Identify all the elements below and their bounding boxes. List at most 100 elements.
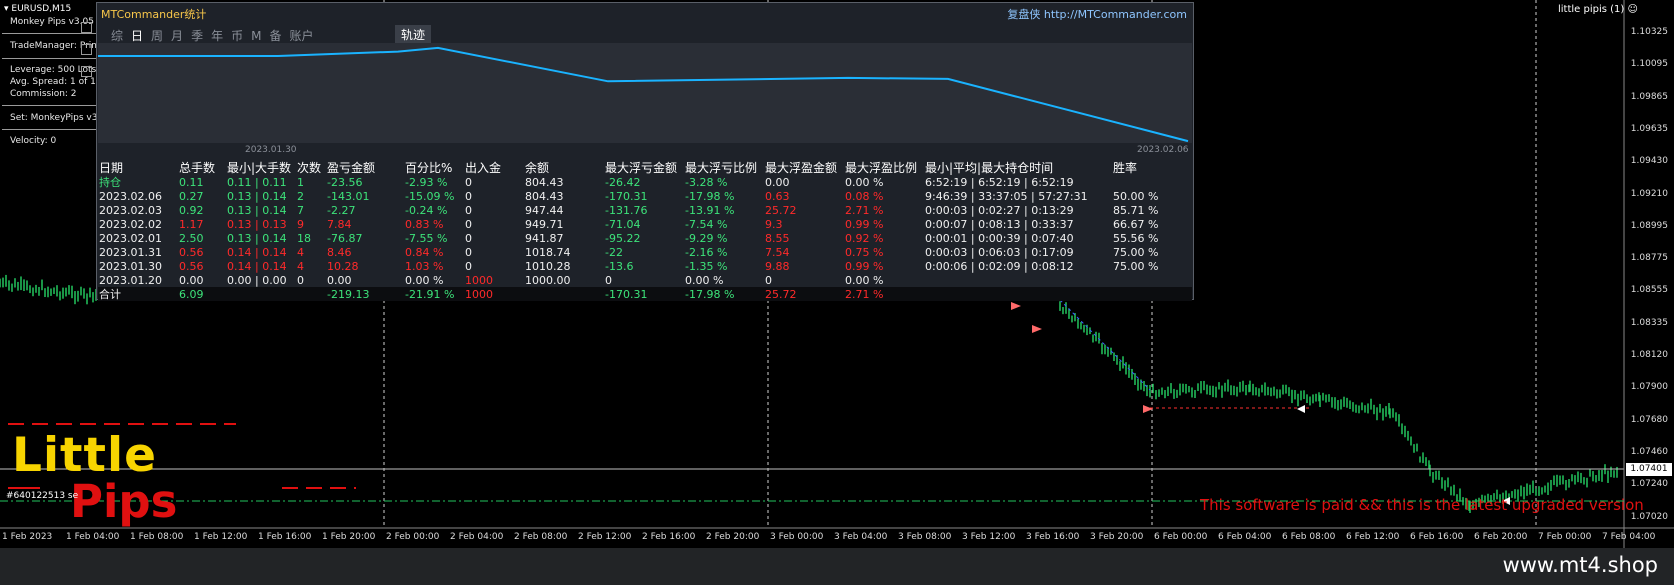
table-cell: 7.54 (765, 245, 790, 259)
price-tick: 1.08120 (1630, 350, 1668, 360)
price-tick: 1.08995 (1630, 220, 1668, 231)
tab-8[interactable]: 备 (269, 29, 281, 43)
table-cell: 0.56 (179, 245, 204, 259)
table-row: 2023.02.02 1.17 0.13 | 0.13 9 7.84 0.83 % 0 949… (99, 217, 1173, 231)
column-header[interactable]: 余额 (525, 161, 605, 175)
table-cell: 66.67 % (1113, 217, 1159, 231)
current-price-tag: 1.07401 (1626, 463, 1672, 476)
tab-6[interactable]: 币 (231, 29, 243, 43)
column-header[interactable]: 最大浮盈比例 (845, 161, 925, 175)
table-cell: 1018.74 (525, 245, 571, 259)
table-cell: 1.03 % (405, 259, 444, 273)
tab-5[interactable]: 年 (211, 29, 223, 43)
time-tick: 6 Feb 00:00 (1154, 532, 1208, 542)
time-tick: 2 Feb 04:00 (450, 532, 504, 542)
total-cell (525, 287, 605, 301)
total-cell (1113, 287, 1173, 301)
table-cell: 0.14 | 0.14 (227, 245, 287, 259)
column-header[interactable]: 最大浮亏比例 (685, 161, 765, 175)
table-cell: 0.00 % (845, 175, 884, 189)
table-cell: 0.13 | 0.13 (227, 217, 287, 231)
panel-button[interactable] (81, 22, 92, 33)
table-cell: 6:52:19 | 6:52:19 | 6:52:19 (925, 175, 1074, 189)
time-tick: 3 Feb 00:00 (770, 532, 824, 542)
time-tick: 1 Feb 04:00 (66, 532, 120, 542)
table-cell: 7 (297, 203, 304, 217)
column-header[interactable]: 百分比% (405, 161, 465, 175)
column-header[interactable]: 最大浮盈金额 (765, 161, 845, 175)
table-cell: 8.46 (327, 245, 352, 259)
tab-1[interactable]: 日 (131, 29, 143, 43)
commission-info: Commission: 2 (10, 89, 77, 99)
time-tick: 2 Feb 16:00 (642, 532, 696, 542)
table-cell: 0 (465, 217, 472, 231)
column-header[interactable]: 出入金 (465, 161, 525, 175)
table-cell: 0.99 % (845, 259, 884, 273)
column-header[interactable]: 总手数 (179, 161, 227, 175)
indicator-title: little pipis (1) ☺ (1558, 4, 1638, 15)
column-header[interactable]: 最小|大手数 (227, 161, 297, 175)
table-cell: 804.43 (525, 175, 564, 189)
brand-url[interactable]: http://MTCommander.com (1044, 8, 1187, 21)
table-cell: 2023.02.03 (99, 203, 162, 217)
tab-2[interactable]: 周 (151, 29, 163, 43)
table-cell: -0.24 % (405, 203, 448, 217)
table-cell: -143.01 (327, 189, 370, 203)
tab-7[interactable]: M (251, 29, 261, 43)
equity-end-date: 2023.02.06 (1137, 145, 1189, 155)
table-row: 2023.02.06 0.27 0.13 | 0.14 2 -143.01 -15.09 … (99, 189, 1173, 203)
table-cell: 0:00:06 | 0:02:09 | 0:08:12 (925, 259, 1074, 273)
panel-button[interactable] (81, 66, 92, 77)
stats-table: 日期 总手数 最小|大手数 次数 盈亏金额 百分比% 出入金 余额 最大浮亏金额 最大浮亏比例 最大… (99, 161, 1173, 301)
brand-link[interactable]: 复盘侠 http://MTCommander.com (1007, 6, 1187, 22)
table-cell: 0 (465, 189, 472, 203)
table-cell: 持仓 (99, 175, 121, 189)
column-header[interactable]: 日期 (99, 161, 179, 175)
table-cell: -9.29 % (685, 231, 728, 245)
tab-9[interactable]: 账户 (289, 29, 313, 43)
price-tick: 1.09865 (1630, 91, 1668, 102)
time-tick: 6 Feb 04:00 (1218, 532, 1272, 542)
time-tick: 2 Feb 08:00 (514, 532, 568, 542)
table-cell: 0:00:01 | 0:00:39 | 0:07:40 (925, 231, 1074, 245)
time-tick: 6 Feb 08:00 (1282, 532, 1336, 542)
table-cell: 25.72 (765, 203, 797, 217)
panel-button[interactable] (81, 44, 92, 55)
table-cell: 947.44 (525, 203, 564, 217)
table-row: 持仓 0.11 0.11 | 0.11 1 -23.56 -2.93 % 0 804.43 -2… (99, 175, 1173, 189)
time-tick: 6 Feb 20:00 (1474, 532, 1528, 542)
table-cell: 0.00 (327, 273, 352, 287)
column-header[interactable]: 最小|平均|最大持仓时间 (925, 161, 1113, 175)
mtcommander-stats-panel[interactable]: MTCommander统计 复盘侠 http://MTCommander.com… (96, 2, 1194, 301)
table-cell: 2023.02.06 (99, 189, 162, 203)
table-row: 2023.01.30 0.56 0.14 | 0.14 4 10.28 1.03 % 0 10… (99, 259, 1173, 273)
column-header[interactable]: 最大浮亏金额 (605, 161, 685, 175)
equity-curve (98, 46, 1189, 143)
track-button[interactable]: 轨迹 (395, 25, 432, 44)
tab-4[interactable]: 季 (191, 29, 203, 43)
table-cell: 7.84 (327, 217, 352, 231)
price-tick: 1.07680 (1630, 414, 1668, 425)
total-cell: -17.98 % (685, 287, 735, 301)
table-cell: 0.92 (179, 203, 204, 217)
table-cell: -2.27 (327, 203, 356, 217)
logo-pips: Pips (70, 475, 178, 528)
table-cell: 1000 (465, 273, 493, 287)
paid-notice: This software is paid && this is the lat… (1200, 496, 1644, 514)
total-cell (925, 287, 1113, 301)
column-header[interactable]: 次数 (297, 161, 327, 175)
column-header[interactable]: 盈亏金额 (327, 161, 405, 175)
column-header[interactable]: 胜率 (1113, 161, 1173, 175)
tab-3[interactable]: 月 (171, 29, 183, 43)
table-cell: -26.42 (605, 175, 641, 189)
smiley-icon: ☺ (1627, 4, 1638, 15)
table-cell: 9 (297, 217, 304, 231)
velocity-info: Velocity: 0 (10, 136, 57, 146)
price-tick: 1.07460 (1630, 446, 1668, 457)
table-cell: 941.87 (525, 231, 564, 245)
table-cell: 0 (465, 245, 472, 259)
table-cell: 0.11 (179, 175, 204, 189)
table-cell: 0.56 (179, 259, 204, 273)
tab-0[interactable]: 综 (111, 29, 123, 43)
table-cell: 0.92 % (845, 231, 884, 245)
